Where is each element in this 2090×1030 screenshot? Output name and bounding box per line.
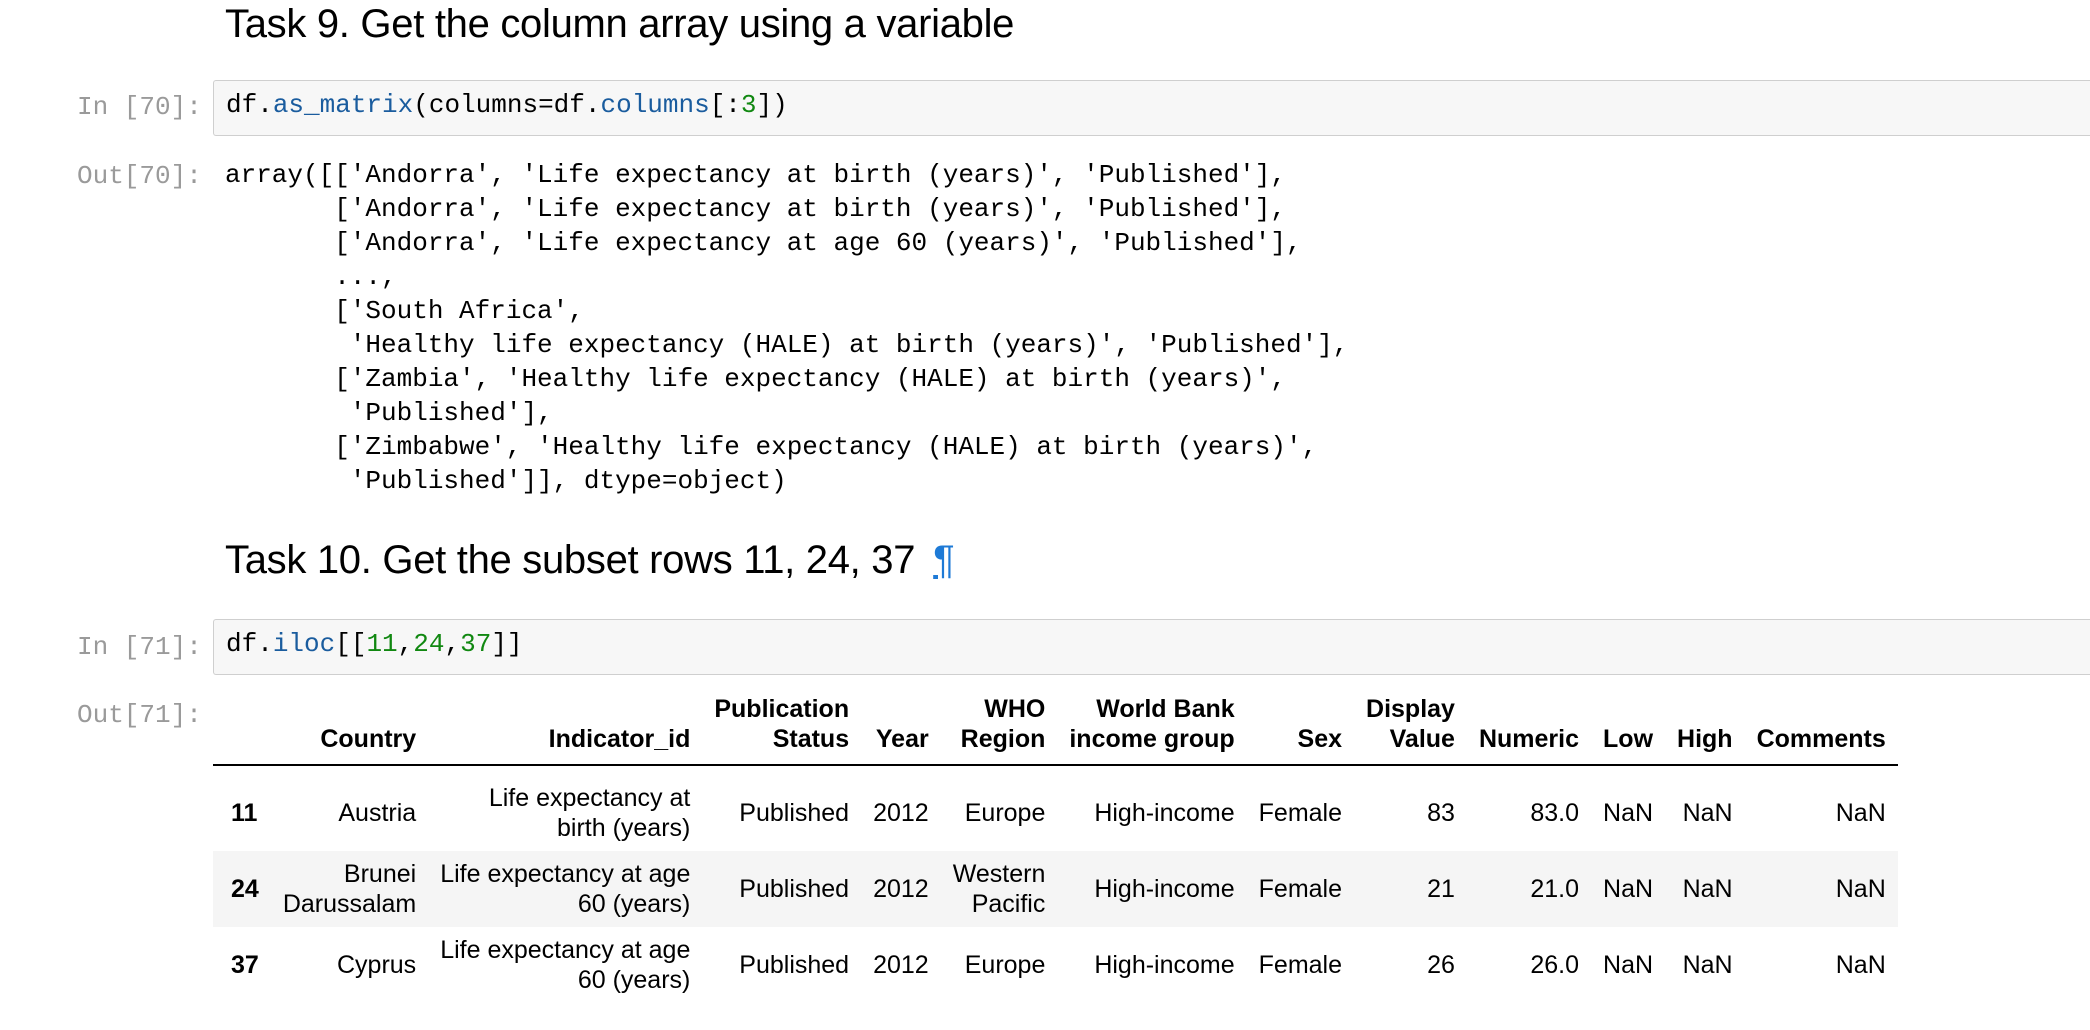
- column-header-sex: Sex: [1246, 688, 1355, 766]
- code-token-attr: columns: [600, 90, 710, 120]
- code-cell-70[interactable]: df.as_matrix(columns=df.columns[:3]): [213, 80, 2090, 136]
- output-text-70: array([['Andorra', 'Life expectancy at b…: [225, 160, 1349, 496]
- table-cell: Brunei Darussalam: [282, 860, 417, 918]
- column-header-numeric: Numeric: [1466, 688, 1592, 766]
- table-cell: 21.0: [1530, 875, 1580, 903]
- table-cell: 2012: [873, 875, 929, 903]
- column-header-comments: Comments: [1744, 688, 1898, 766]
- table-cell: Published: [739, 798, 850, 827]
- table-cell: NaN: [1682, 798, 1733, 827]
- column-header-high: High: [1665, 688, 1745, 766]
- table-cell: Female: [1258, 875, 1343, 903]
- table-cell: NaN: [1835, 798, 1886, 827]
- code-token-number: 24: [413, 629, 445, 659]
- output-prompt-71: Out[71]:: [77, 700, 202, 730]
- code-token-method: as_matrix: [272, 90, 414, 120]
- column-header-indicator-id: Indicator_id: [428, 688, 703, 766]
- table-row: 37 Cyprus Life expectancy at age 60 (yea…: [213, 927, 1898, 1003]
- table-cell: NaN: [1835, 875, 1886, 903]
- table-cell: Western Pacific: [952, 860, 1046, 918]
- table-cell: Europe: [964, 951, 1046, 979]
- table-cell: Life expectancy at age 60 (years): [440, 860, 691, 918]
- table-row: 24 Brunei Darussalam Life expectancy at …: [213, 851, 1898, 927]
- output-prompt-70: Out[70]:: [77, 161, 202, 191]
- code-token: df.: [226, 90, 273, 120]
- table-header-row: Country Indicator_id Publication Status …: [213, 688, 1898, 766]
- table-cell: Published: [739, 951, 850, 979]
- row-index: 24: [231, 875, 259, 903]
- column-header-low: Low: [1591, 688, 1666, 766]
- code-token: ,: [444, 629, 461, 659]
- table-cell: High-income: [1094, 951, 1235, 979]
- task9-heading: Task 9. Get the column array using a var…: [225, 2, 1015, 46]
- table-cell: 83.0: [1530, 798, 1580, 827]
- table-cell: High-income: [1094, 875, 1235, 903]
- table-cell: NaN: [1603, 951, 1654, 979]
- code-token: [[: [335, 629, 367, 659]
- code-token: ]): [756, 90, 788, 120]
- task10-heading-text: Task 10. Get the subset rows 11, 24, 37: [225, 538, 916, 582]
- table-cell: 26: [1427, 951, 1455, 979]
- table-cell: 26.0: [1530, 951, 1580, 979]
- table-cell: Female: [1258, 798, 1343, 827]
- row-index: 11: [231, 798, 258, 827]
- table-cell: 2012: [873, 951, 929, 979]
- table-cell: NaN: [1603, 875, 1654, 903]
- table-cell: Europe: [964, 798, 1046, 827]
- column-header-country: Country: [270, 688, 429, 766]
- table-cell: NaN: [1835, 951, 1886, 979]
- table-cell: NaN: [1682, 951, 1733, 979]
- column-header-income-group: World Bank income group: [1057, 688, 1247, 766]
- code-token: (columns=df.: [413, 90, 601, 120]
- code-cell-71[interactable]: df.iloc[[11,24,37]]: [213, 619, 2090, 675]
- column-header-year: Year: [861, 688, 941, 766]
- code-token-number: 37: [460, 629, 492, 659]
- input-prompt-71: In [71]:: [77, 632, 202, 662]
- column-header-publication-status: Publication Status: [702, 688, 862, 766]
- table-cell: Austria: [338, 798, 417, 827]
- anchor-link-icon[interactable]: ¶: [933, 538, 954, 582]
- table-cell: Life expectancy at age 60 (years): [440, 936, 691, 994]
- table-cell: Cyprus: [337, 951, 417, 979]
- row-index: 37: [231, 951, 259, 979]
- code-token-method: iloc: [272, 629, 336, 659]
- table-cell: 83: [1427, 798, 1455, 827]
- code-token-number: 3: [740, 90, 757, 120]
- table-cell: 2012: [873, 798, 929, 827]
- table-cell: High-income: [1094, 798, 1235, 827]
- table-row: 11 Austria Life expectancy at birth (yea…: [213, 765, 1898, 851]
- input-prompt-70: In [70]:: [77, 92, 202, 122]
- table-cell: Published: [739, 875, 850, 903]
- task10-heading: Task 10. Get the subset rows 11, 24, 37 ¶: [225, 538, 955, 583]
- table-cell: Female: [1258, 951, 1343, 979]
- column-header-who-region: WHO Region: [940, 688, 1058, 766]
- column-header-display-value: Display Value: [1354, 688, 1467, 766]
- column-header-index: [213, 688, 271, 766]
- table-cell: NaN: [1603, 798, 1654, 827]
- code-token: ,: [397, 629, 414, 659]
- table-cell: NaN: [1682, 875, 1733, 903]
- code-token-number: 11: [366, 629, 398, 659]
- table-cell: Life expectancy at birth (years): [488, 783, 691, 842]
- code-token: [:: [709, 90, 741, 120]
- code-token: ]]: [491, 629, 523, 659]
- code-token: df.: [226, 629, 273, 659]
- table-cell: 21: [1427, 875, 1455, 903]
- dataframe-table: Country Indicator_id Publication Status …: [213, 688, 1898, 1003]
